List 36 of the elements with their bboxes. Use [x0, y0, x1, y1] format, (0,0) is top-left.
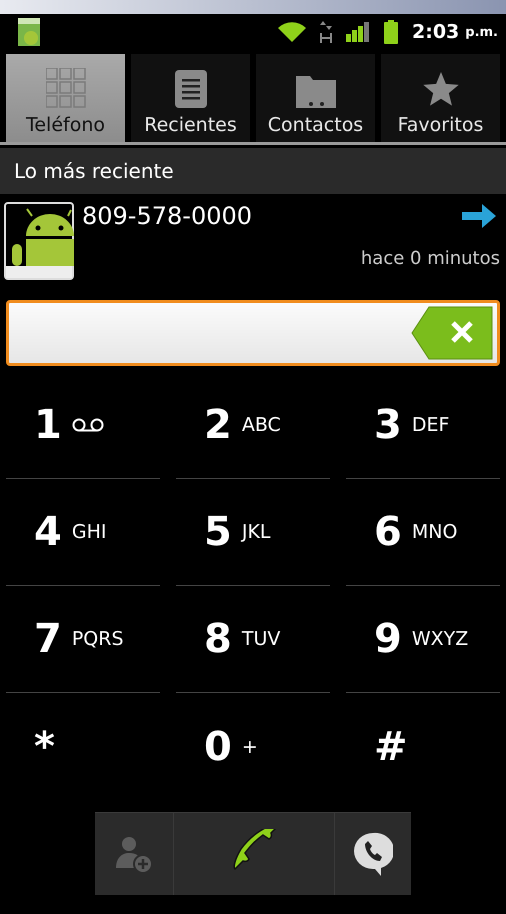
tab[interactable]: Recientes — [131, 54, 250, 142]
dial-key[interactable]: 5 JKL — [176, 479, 330, 586]
arrow-icon[interactable] — [462, 204, 496, 228]
star-icon — [422, 72, 460, 108]
section-header: Lo más reciente — [0, 148, 506, 194]
dial-key[interactable]: 3 DEF — [346, 372, 500, 479]
wifi-icon — [278, 22, 306, 42]
tab[interactable]: Contactos — [256, 54, 375, 142]
dial-key[interactable]: 7 PQRS — [6, 586, 160, 693]
dial-key[interactable]: 8 TUV — [176, 586, 330, 693]
backspace-button[interactable] — [411, 306, 493, 360]
dial-key[interactable]: 0 + — [176, 693, 330, 800]
voicemail-icon — [72, 418, 104, 432]
recent-number[interactable]: 809-578-0000 — [82, 202, 252, 230]
data-h-icon — [320, 21, 332, 43]
signal-icon — [346, 22, 370, 42]
keypad-icon — [46, 68, 86, 108]
tab[interactable]: Teléfono — [6, 54, 125, 142]
folder-icon — [296, 74, 336, 108]
app-notification-icon — [18, 18, 40, 46]
tab[interactable]: Favoritos — [381, 54, 500, 142]
dial-key[interactable]: 6 MNO — [346, 479, 500, 586]
dial-key[interactable]: 2 ABC — [176, 372, 330, 479]
dial-key[interactable]: 4 GHI — [6, 479, 160, 586]
number-input-field[interactable] — [6, 300, 500, 366]
dial-key[interactable]: # — [346, 693, 500, 800]
dial-key[interactable]: 1 — [6, 372, 160, 479]
clock-time: 2:03 — [412, 21, 460, 43]
clock-period: p.m. — [465, 24, 498, 40]
voice-chat-icon[interactable] — [353, 832, 393, 876]
list-icon — [174, 70, 206, 108]
dial-key[interactable]: 9 WXYZ — [346, 586, 500, 693]
android-avatar-icon — [4, 202, 74, 280]
battery-icon — [384, 20, 398, 44]
recent-time: hace 0 minutos — [360, 248, 500, 269]
dial-key[interactable]: * — [6, 693, 160, 800]
